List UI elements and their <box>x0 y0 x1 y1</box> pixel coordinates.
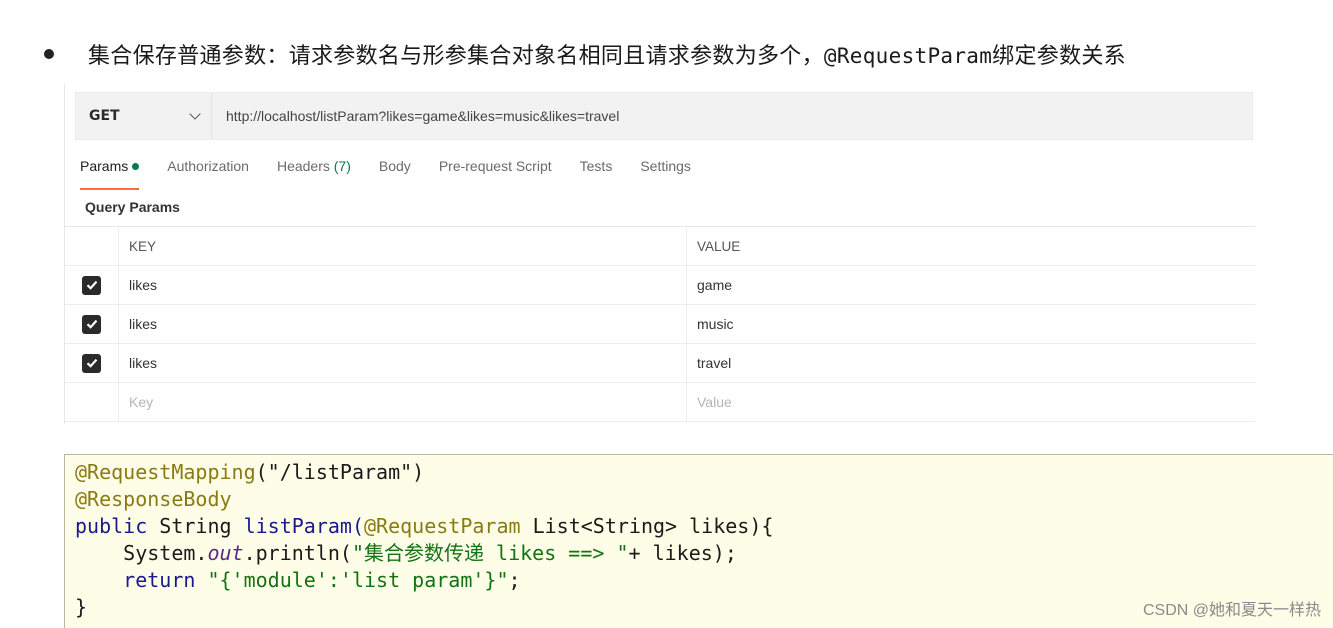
method-select[interactable]: GET <box>76 93 212 139</box>
tab-authorization[interactable]: Authorization <box>167 158 249 188</box>
param-value-input[interactable]: game <box>687 266 1255 304</box>
table-row: likes music <box>65 305 1255 344</box>
tab-settings[interactable]: Settings <box>640 158 691 188</box>
heading-text: 集合保存普通参数：请求参数名与形参集合对象名相同且请求参数为多个，@Reques… <box>88 44 1126 69</box>
param-value-input[interactable]: music <box>687 305 1255 343</box>
table-row: likes travel <box>65 344 1255 383</box>
param-key-input[interactable]: likes <box>119 344 687 382</box>
tab-tests[interactable]: Tests <box>580 158 613 188</box>
url-input[interactable]: http://localhost/listParam?likes=game&li… <box>212 108 619 124</box>
headers-count: (7) <box>333 158 351 174</box>
query-params-table: KEY VALUE likes game likes music likes t… <box>65 226 1255 422</box>
key-column-header: KEY <box>119 227 687 265</box>
value-column-header: VALUE <box>697 238 741 254</box>
row-checkbox[interactable] <box>82 275 101 295</box>
tab-pre-request-script[interactable]: Pre-request Script <box>439 158 552 188</box>
checkmark-icon <box>86 319 97 329</box>
bullet-icon <box>44 49 54 59</box>
request-tabs: Params Authorization Headers (7) Body Pr… <box>80 158 719 190</box>
watermark: CSDN @她和夏天一样热 <box>1142 602 1321 619</box>
tab-body[interactable]: Body <box>379 158 411 188</box>
postman-request-panel: GET http://localhost/listParam?likes=gam… <box>64 84 1255 424</box>
row-checkbox[interactable] <box>82 314 101 334</box>
param-value-input[interactable]: travel <box>687 344 1255 382</box>
slide-heading: 集合保存普通参数：请求参数名与形参集合对象名相同且请求参数为多个，@Reques… <box>40 36 1126 72</box>
new-key-input[interactable]: Key <box>119 383 687 421</box>
chevron-down-icon <box>189 108 201 120</box>
row-checkbox[interactable] <box>82 353 101 373</box>
request-url-bar: GET http://localhost/listParam?likes=gam… <box>75 92 1253 140</box>
params-indicator-dot <box>132 162 140 170</box>
method-label: GET <box>89 108 120 124</box>
tab-headers[interactable]: Headers (7) <box>277 158 351 188</box>
param-key-input[interactable]: likes <box>119 266 687 304</box>
param-key-input[interactable]: likes <box>119 305 687 343</box>
new-value-input[interactable]: Value <box>687 383 1255 421</box>
query-params-label: Query Params <box>85 199 180 215</box>
table-row: likes game <box>65 266 1255 305</box>
tab-params[interactable]: Params <box>80 158 140 190</box>
checkmark-icon <box>86 280 97 290</box>
table-header-row: KEY VALUE <box>65 227 1255 266</box>
new-param-row: Key Value <box>65 383 1255 422</box>
checkmark-icon <box>86 358 97 368</box>
